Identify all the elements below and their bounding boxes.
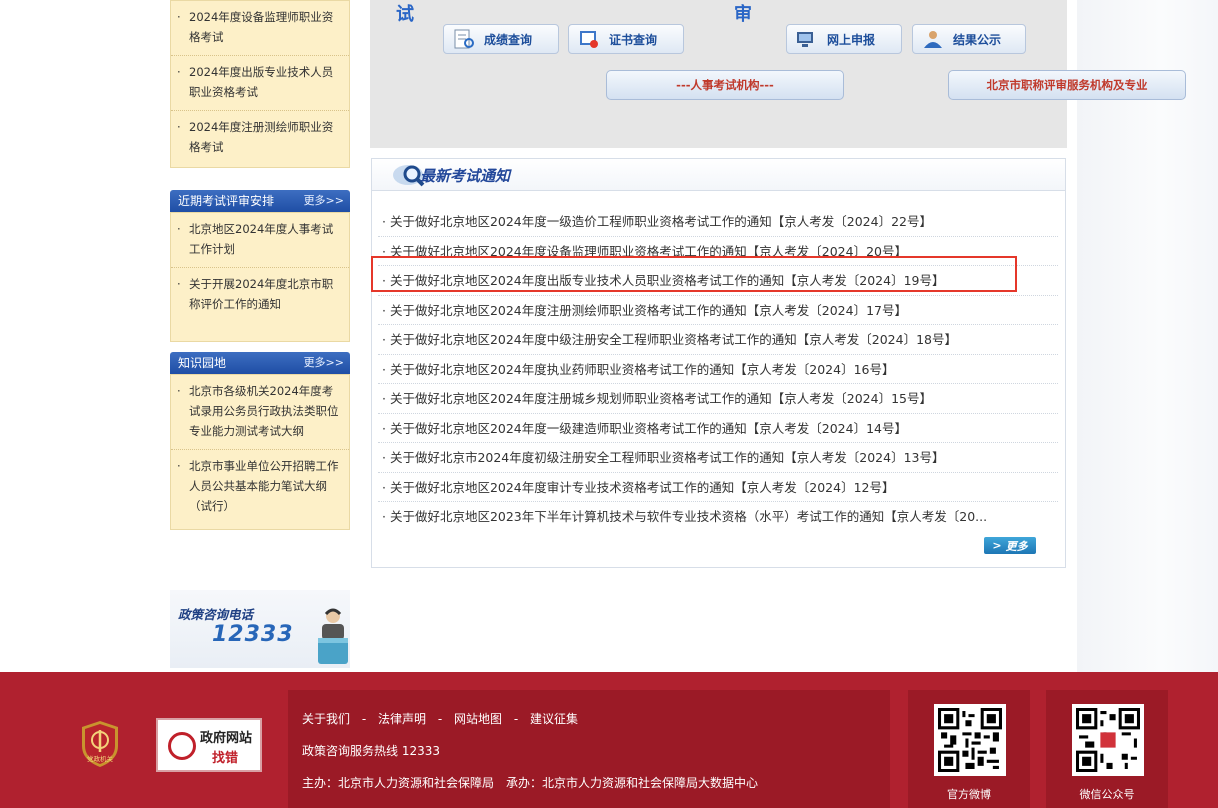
computer-icon	[797, 32, 813, 47]
schedule-title: 近期考试评审安排	[178, 194, 275, 208]
knowledge-item[interactable]: · 北京市事业单位公开招聘工作人员公共基本能力笔试大纲（试行）	[171, 450, 349, 524]
footer-link-about[interactable]: 关于我们	[302, 712, 350, 726]
wechat-qr-code-icon	[1072, 704, 1144, 776]
score-icon	[454, 29, 474, 49]
knowledge-header: 知识园地 更多>>	[170, 352, 350, 374]
online-apply-button[interactable]: 网上申报	[786, 24, 902, 54]
wechat-qr-box[interactable]: 微信公众号	[1046, 690, 1168, 808]
notice-item[interactable]: · 关于做好北京地区2024年度一级造价工程师职业资格考试工作的通知【京人考发〔…	[378, 207, 1058, 237]
certificate-icon	[580, 31, 598, 48]
exam-org-link[interactable]: ---人事考试机构---	[606, 70, 844, 100]
notice-item[interactable]: · 关于做好北京地区2023年下半年计算机技术与软件专业技术资格（水平）考试工作…	[378, 502, 1058, 532]
hotline-banner[interactable]: 政策咨询电话 12333	[170, 590, 350, 668]
notice-item[interactable]: · 关于做好北京地区2024年度执业药师职业资格考试工作的通知【京人考发〔202…	[378, 355, 1058, 384]
result-notice-button[interactable]: 结果公示	[912, 24, 1026, 54]
wechat-caption: 微信公众号	[1079, 788, 1135, 801]
schedule-header: 近期考试评审安排 更多>>	[170, 190, 350, 212]
footer-links: 关于我们 - 法律声明 - 网站地图 - 建议征集	[302, 712, 579, 726]
page-content: · 2024年度设备监理师职业资格考试 · 2024年度出版专业技术人员职业资格考试…	[158, 0, 1186, 672]
notice-item[interactable]: · 关于做好北京地区2024年度注册城乡规划师职业资格考试工作的通知【京人考发〔…	[378, 384, 1058, 414]
footer-info: 关于我们 - 法律声明 - 网站地图 - 建议征集 政策咨询服务热线 12333…	[288, 690, 890, 808]
notices-title: 最新考试通知	[420, 167, 511, 185]
footer-link-suggest[interactable]: 建议征集	[530, 712, 578, 726]
person-icon	[924, 31, 942, 48]
weibo-caption: 官方微博	[947, 788, 991, 801]
magnifier-icon	[168, 732, 196, 760]
footer-link-sitemap[interactable]: 网站地图	[454, 712, 502, 726]
schedule-item[interactable]: · 关于开展2024年度北京市职称评价工作的通知	[171, 268, 349, 322]
schedule-box: 近期考试评审安排 更多>> · 北京地区2024年度人事考试工作计划 · 关于开展2…	[170, 190, 350, 342]
notice-item[interactable]: · 关于做好北京地区2024年度审计专业技术资格考试工作的通知【京人考发〔202…	[378, 473, 1058, 502]
hotline-number: 12333	[212, 622, 294, 647]
review-org-link[interactable]: 北京市职称评审服务机构及专业	[948, 70, 1186, 100]
weibo-qr-code-icon	[934, 704, 1006, 776]
schedule-list: · 北京地区2024年度人事考试工作计划 · 关于开展2024年度北京市职称评价工作…	[170, 212, 350, 342]
gov-site-error-finder[interactable]: 政府网站 找错	[156, 718, 262, 772]
operator-icon	[318, 608, 348, 664]
highlight-box	[371, 256, 1017, 292]
score-query-button[interactable]: 成绩查询	[443, 24, 559, 54]
latest-notices-panel: 最新考试通知 · 关于做好北京地区2024年度一级造价工程师职业资格考试工作的通…	[371, 158, 1066, 568]
knowledge-item[interactable]: · 北京市各级机关2024年度考试录用公务员行政执法类职位专业能力测试考试大纲	[171, 375, 349, 450]
knowledge-title: 知识园地	[178, 356, 227, 370]
knowledge-box: 知识园地 更多>> · 北京市各级机关2024年度考试录用公务员行政执法类职位专业…	[170, 352, 350, 530]
exam-list-box: · 2024年度设备监理师职业资格考试 · 2024年度出版专业技术人员职业资格考试…	[170, 0, 350, 168]
schedule-more-link[interactable]: 更多>>	[304, 190, 344, 212]
notice-item[interactable]: · 关于做好北京地区2024年度一级建造师职业资格考试工作的通知【京人考发〔20…	[378, 414, 1058, 443]
arrow-right-icon: >	[992, 539, 1002, 552]
notices-header: 最新考试通知	[372, 159, 1065, 191]
notice-item[interactable]: · 关于做好北京市2024年度初级注册安全工程师职业资格考试工作的通知【京人考发…	[378, 443, 1058, 473]
hotline-title: 政策咨询电话	[178, 607, 254, 622]
notices-more-button[interactable]: > 更多	[984, 537, 1036, 554]
schedule-item[interactable]: · 北京地区2024年度人事考试工作计划	[171, 213, 349, 268]
notice-item[interactable]: · 关于做好北京地区2024年度中级注册安全工程师职业资格考试工作的通知【京人考…	[378, 325, 1058, 355]
exam-list-item[interactable]: · 2024年度设备监理师职业资格考试	[171, 1, 349, 56]
exam-section-label: 试	[396, 4, 414, 25]
weibo-qr-box[interactable]: 官方微博	[908, 690, 1030, 808]
site-footer: 党政机关 政府网站 找错 关于我们 - 法律声明 - 网站地图 - 建议征集 政…	[0, 672, 1218, 808]
page-margin-left	[0, 0, 158, 672]
exam-list-item[interactable]: · 2024年度注册测绘师职业资格考试	[171, 111, 349, 165]
exam-list-item[interactable]: · 2024年度出版专业技术人员职业资格考试	[171, 56, 349, 111]
svg-text:党政机关: 党政机关	[87, 754, 114, 763]
knowledge-list: · 北京市各级机关2024年度考试录用公务员行政执法类职位专业能力测试考试大纲 ·…	[170, 374, 350, 530]
page-margin-right	[1077, 0, 1218, 672]
knowledge-more-link[interactable]: 更多>>	[304, 352, 344, 374]
review-section-label: 审	[734, 4, 752, 25]
service-panel: 试 审 成绩查询 证书查询 网上申报 结果公示 ---人事考试机构--- 北京市…	[370, 0, 1186, 148]
cert-query-button[interactable]: 证书查询	[568, 24, 684, 54]
notice-item[interactable]: · 关于做好北京地区2024年度注册测绘师职业资格考试工作的通知【京人考发〔20…	[378, 296, 1058, 325]
footer-link-legal[interactable]: 法律声明	[378, 712, 426, 726]
party-gov-emblem-icon: 党政机关	[82, 721, 118, 767]
footer-sponsor: 主办：北京市人力资源和社会保障局 承办：北京市人力资源和社会保障局大数据中心	[302, 776, 759, 790]
footer-hotline: 政策咨询服务热线 12333	[302, 744, 440, 758]
